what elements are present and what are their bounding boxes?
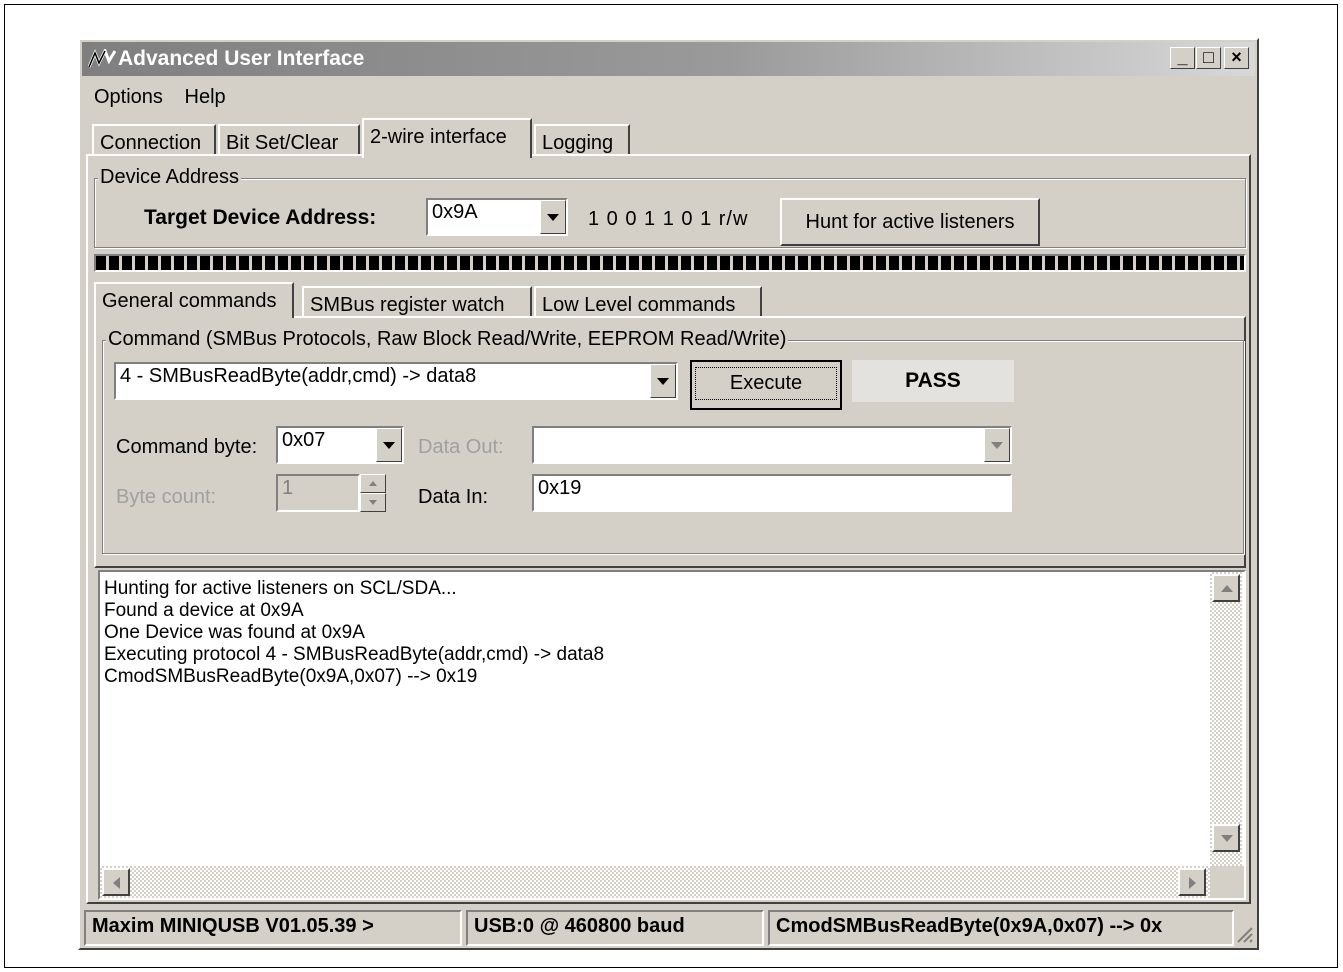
minimize-icon: _: [1177, 47, 1188, 67]
command-byte-dropdown-button[interactable]: [376, 428, 402, 462]
log-textarea[interactable]: Hunting for active listeners on SCL/SDA.…: [98, 570, 1246, 900]
chevron-down-icon: [657, 378, 669, 385]
scroll-left-button[interactable]: [102, 868, 130, 896]
app-window: Advanced User Interface _ □ × Options He…: [78, 38, 1259, 950]
menu-help[interactable]: Help: [185, 86, 226, 108]
status-device: Maxim MINIQUSB V01.05.39 >: [84, 910, 462, 946]
horizontal-scrollbar[interactable]: [100, 866, 1210, 898]
log-line: One Device was found at 0x9A: [104, 622, 365, 643]
data-in-value: 0x19: [538, 477, 582, 499]
maxim-logo-icon: [88, 49, 116, 68]
status-connection: USB:0 @ 460800 baud: [466, 910, 764, 946]
menu-options[interactable]: Options: [94, 86, 163, 108]
tab-general-commands[interactable]: General commands: [94, 282, 294, 318]
protocol-select[interactable]: 4 - SMBusReadByte(addr,cmd) -> data8: [114, 362, 678, 400]
close-button[interactable]: ×: [1224, 47, 1249, 69]
data-in-field[interactable]: 0x19: [532, 474, 1012, 512]
title-bar[interactable]: Advanced User Interface _ □ ×: [82, 42, 1255, 76]
tab-2-wire-interface[interactable]: 2-wire interface: [362, 118, 532, 158]
arrow-left-icon: [113, 877, 120, 889]
protocol-value: 4 - SMBusReadByte(addr,cmd) -> data8: [120, 365, 477, 387]
byte-count-label: Byte count:: [116, 486, 217, 508]
chevron-down-icon: [991, 442, 1003, 449]
arrow-right-icon: [1189, 877, 1196, 889]
protocol-dropdown-button[interactable]: [650, 364, 676, 398]
data-in-label: Data In:: [418, 486, 489, 508]
target-address-dropdown-button[interactable]: [540, 200, 566, 234]
chevron-down-icon: [547, 214, 559, 221]
tab-logging[interactable]: Logging: [534, 124, 630, 156]
log-line: Executing protocol 4 - SMBusReadByte(add…: [104, 644, 605, 665]
log-line: Found a device at 0x9A: [104, 600, 304, 621]
result-status: PASS: [852, 360, 1014, 402]
command-byte-value: 0x07: [282, 429, 326, 451]
maximize-icon: □: [1203, 47, 1214, 67]
execute-button-label: Execute: [695, 367, 837, 400]
target-address-value: 0x9A: [432, 201, 478, 223]
arrow-down-icon: [369, 500, 377, 505]
scroll-up-button[interactable]: [1212, 574, 1240, 602]
chevron-down-icon: [383, 442, 395, 449]
data-out-dropdown-button: [984, 428, 1010, 462]
byte-count-value: 1: [282, 477, 294, 499]
command-group-label: Command (SMBus Protocols, Raw Block Read…: [106, 328, 789, 351]
maximize-button[interactable]: □: [1196, 47, 1221, 69]
log-line: CmodSMBusReadByte(0x9A,0x07) --> 0x19: [104, 666, 478, 687]
tab-low-level-commands[interactable]: Low Level commands: [534, 286, 762, 318]
byte-count-spinner: [360, 474, 386, 512]
data-out-label: Data Out:: [418, 436, 504, 458]
byte-count-field: 1: [276, 474, 360, 512]
address-bits: 1 0 0 1 1 0 1 r/w: [588, 208, 749, 230]
resize-grip-icon[interactable]: [1234, 924, 1254, 944]
window-title: Advanced User Interface: [118, 47, 365, 70]
command-byte-label: Command byte:: [116, 436, 258, 458]
vertical-scrollbar[interactable]: [1210, 572, 1242, 866]
command-byte-select[interactable]: 0x07: [276, 426, 404, 464]
menu-bar: Options Help: [94, 86, 242, 109]
spinner-up-button: [360, 474, 386, 493]
arrow-up-icon: [1221, 585, 1233, 592]
scroll-down-button[interactable]: [1212, 824, 1240, 852]
arrow-up-icon: [369, 481, 377, 486]
scrollbar-corner: [1210, 866, 1244, 898]
log-line: Hunting for active listeners on SCL/SDA.…: [104, 578, 457, 599]
scroll-right-button[interactable]: [1178, 868, 1206, 896]
execute-button[interactable]: Execute: [690, 360, 842, 410]
spinner-down-button: [360, 493, 386, 512]
hunt-listeners-button[interactable]: Hunt for active listeners: [780, 198, 1040, 246]
status-last-command: CmodSMBusReadByte(0x9A,0x07) --> 0x: [768, 910, 1234, 946]
activity-progress-bar: [94, 254, 1246, 272]
device-address-group-label: Device Address: [98, 166, 241, 189]
tab-bit-set-clear[interactable]: Bit Set/Clear: [218, 124, 360, 156]
target-device-address-label: Target Device Address:: [144, 206, 377, 229]
minimize-button[interactable]: _: [1170, 47, 1195, 69]
data-out-select: [532, 426, 1012, 464]
tab-connection[interactable]: Connection: [92, 124, 216, 156]
arrow-down-icon: [1221, 835, 1233, 842]
tab-smbus-register-watch[interactable]: SMBus register watch: [302, 286, 532, 318]
target-address-select[interactable]: 0x9A: [426, 198, 568, 236]
close-icon: ×: [1231, 47, 1242, 67]
